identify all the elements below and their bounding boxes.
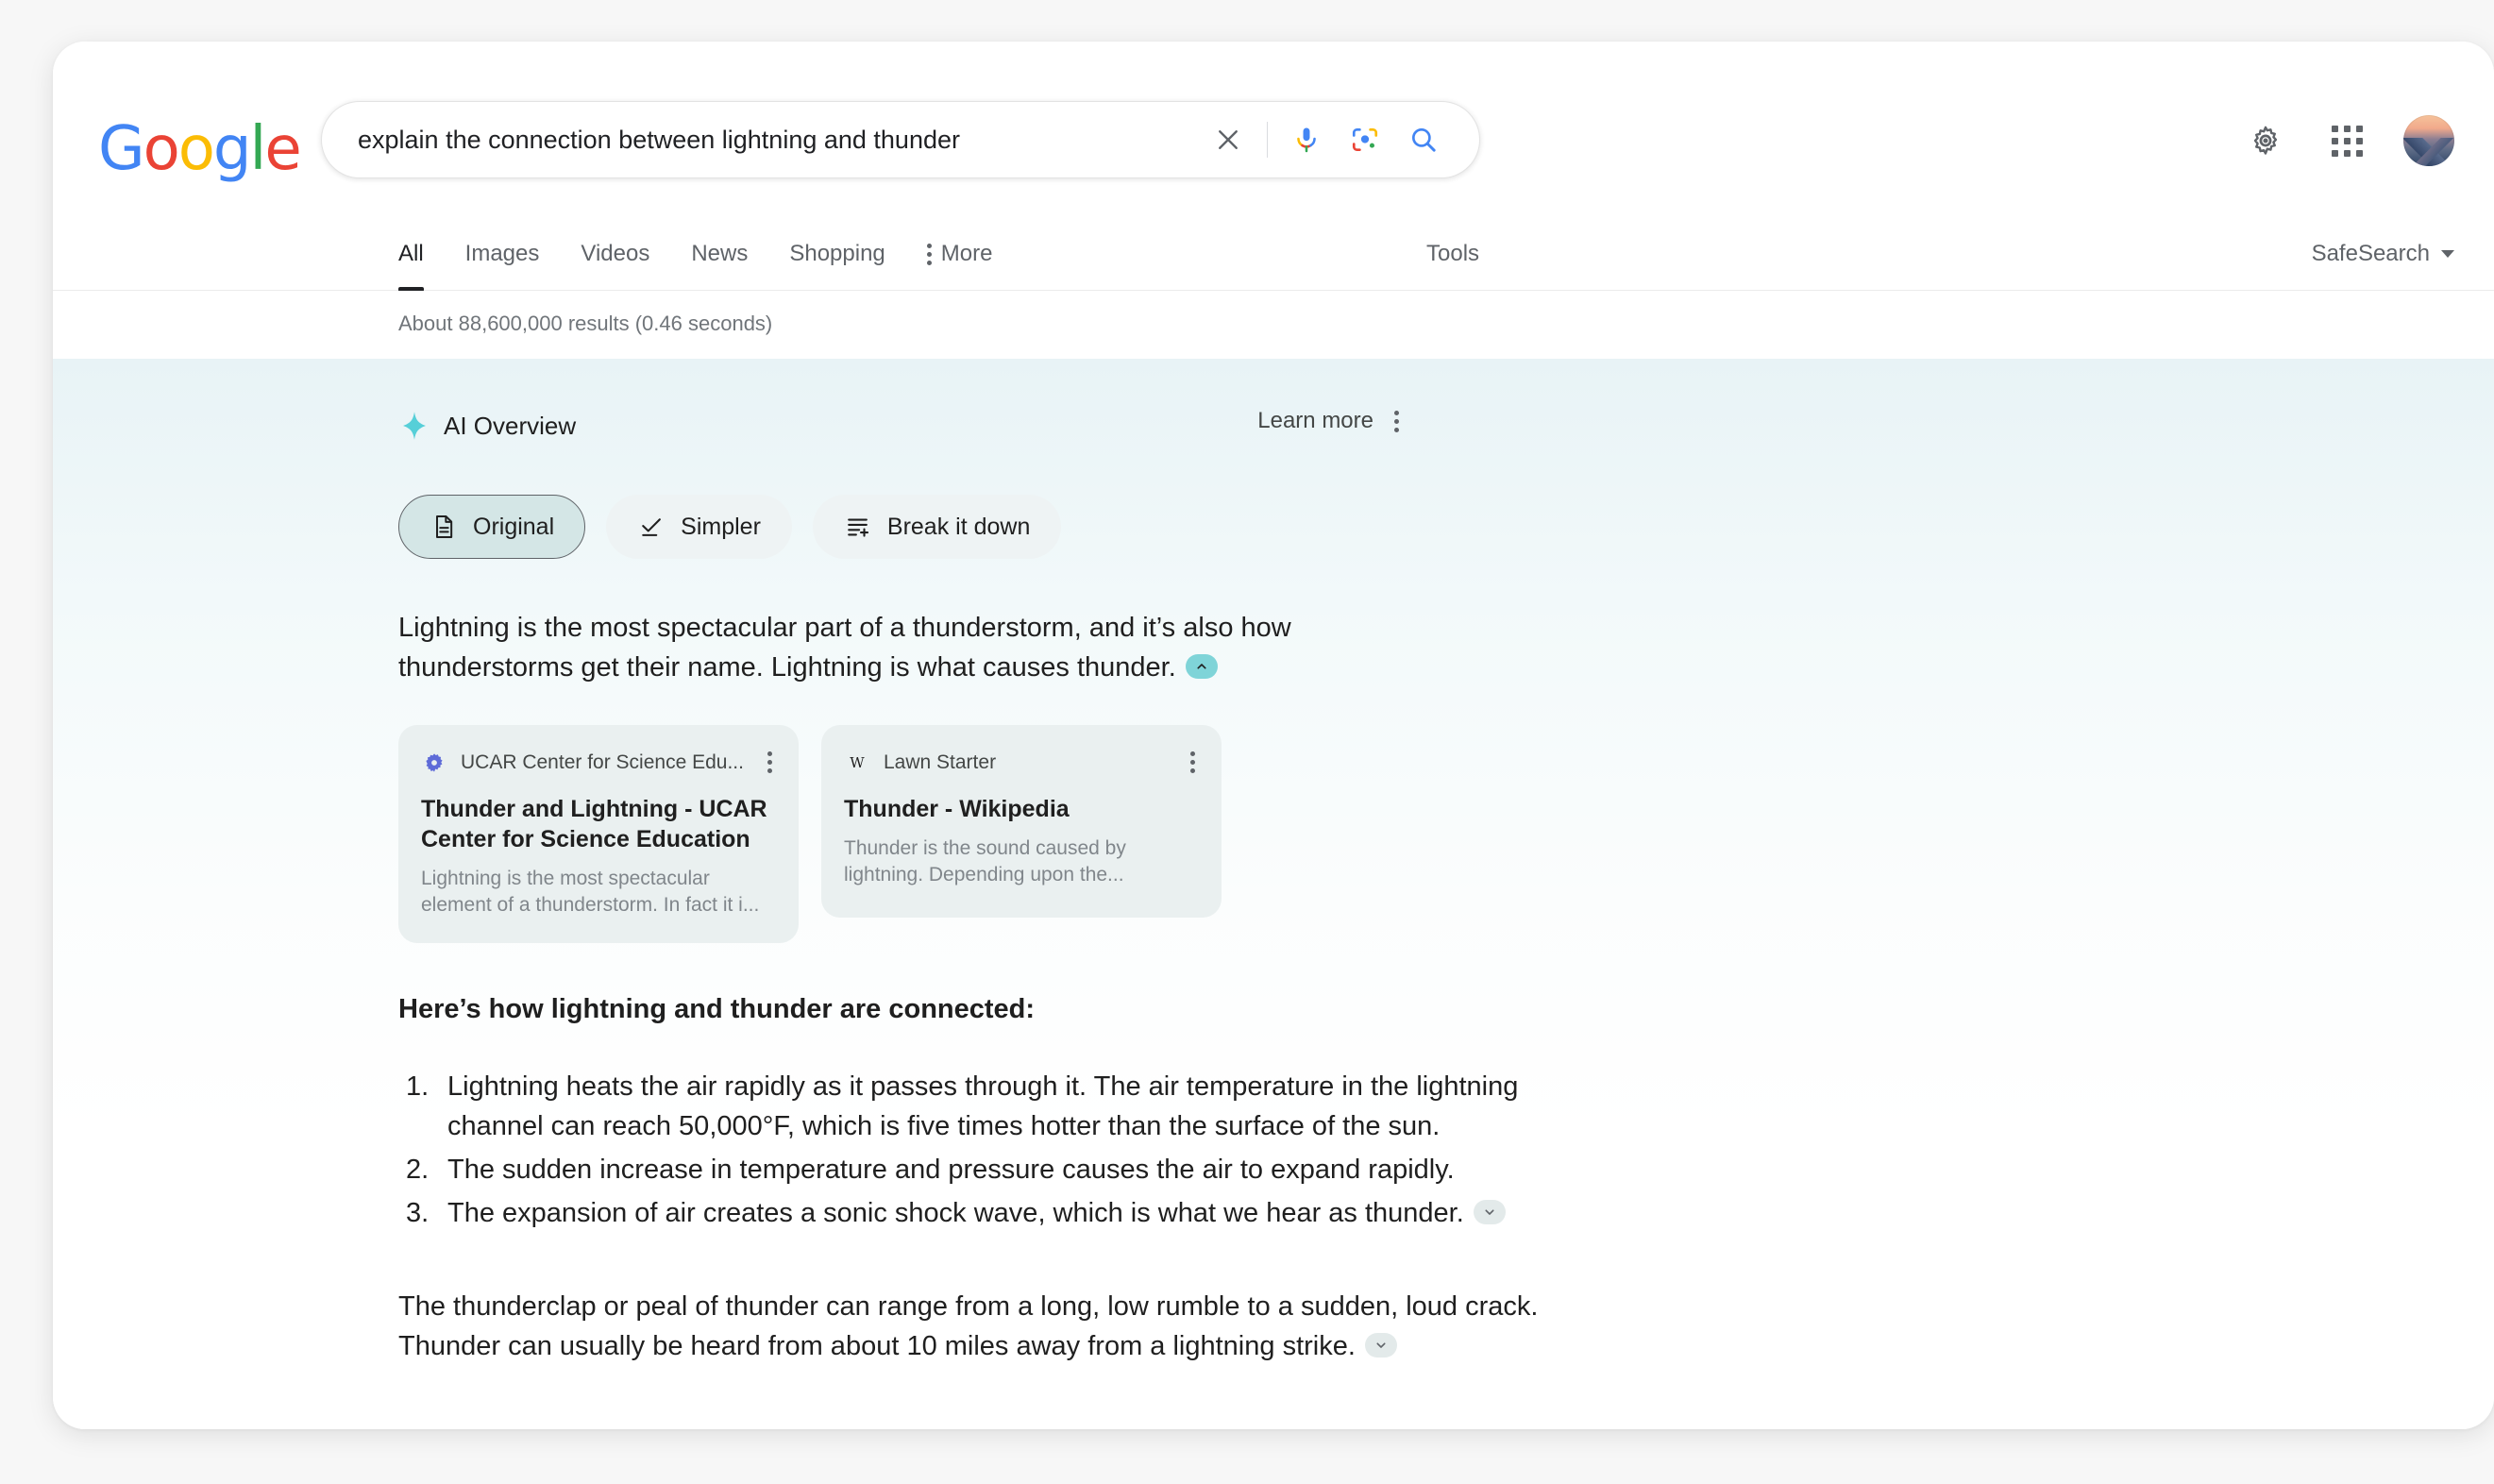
document-icon <box>430 513 458 541</box>
chip-simpler-label: Simpler <box>681 513 761 540</box>
ai-overview-sources: UCAR Center for Science Edu... Thunder a… <box>398 725 1909 944</box>
learn-more-link[interactable]: Learn more <box>1257 408 1373 434</box>
tab-all-label: All <box>398 241 424 266</box>
microphone-icon[interactable] <box>1277 110 1336 169</box>
apps-grid-dots <box>2331 125 2363 157</box>
chevron-down-icon[interactable] <box>1473 1200 1506 1225</box>
source-site-name: Lawn Starter <box>884 750 997 773</box>
search-header: Google explain the connection between li… <box>53 42 2494 217</box>
source-card-header: W Lawn Starter <box>844 746 1199 779</box>
list-item: 1. Lightning heats the air rapidly as it … <box>398 1067 1531 1146</box>
source-site-name: UCAR Center for Science Edu... <box>461 750 744 773</box>
chevron-down-icon[interactable] <box>1364 1332 1397 1358</box>
tab-more-label: More <box>940 241 993 266</box>
google-lens-icon[interactable] <box>1336 110 1394 169</box>
logo-letter-o1: o <box>143 114 180 184</box>
chip-original[interactable]: Original <box>398 495 586 559</box>
search-icon[interactable] <box>1394 110 1453 169</box>
source-card-wikipedia[interactable]: W Lawn Starter Thunder - Wikipedia Thund… <box>821 725 1222 919</box>
list-item-text: The expansion of air creates a sonic sho… <box>447 1198 1464 1229</box>
search-bar[interactable]: explain the connection between lightning… <box>321 101 1480 178</box>
simplify-check-icon <box>637 513 666 541</box>
list-item-number: 2. <box>406 1155 430 1186</box>
chip-break-it-down[interactable]: Break it down <box>812 495 1062 559</box>
ai-overview-list: 1. Lightning heats the air rapidly as it … <box>398 1067 1531 1233</box>
logo-letter-e: e <box>264 114 301 184</box>
tools-label: Tools <box>1426 241 1480 266</box>
chip-break-it-down-label: Break it down <box>886 513 1031 540</box>
source-snippet: Lightning is the most spectacular elemen… <box>421 868 760 917</box>
more-vertical-icon[interactable] <box>764 746 776 779</box>
source-title: Thunder - Wikipedia <box>844 796 1070 823</box>
tab-images-label: Images <box>464 241 540 266</box>
more-vertical-icon <box>926 243 932 265</box>
svg-text:W: W <box>850 754 865 771</box>
chip-original-label: Original <box>473 513 555 540</box>
browser-page-card: Google explain the connection between li… <box>53 42 2494 1429</box>
list-item-number: 1. <box>406 1071 430 1103</box>
tab-shopping-label: Shopping <box>789 241 885 266</box>
chevron-down-icon <box>2441 250 2454 258</box>
safesearch-label: SafeSearch <box>2311 241 2430 266</box>
apps-grid-icon[interactable] <box>2322 116 2371 165</box>
ai-overview-content: AI Overview Learn more Original Simpler … <box>398 404 1909 1366</box>
tab-news[interactable]: News <box>670 217 768 291</box>
ai-overview-paragraph-1: Lightning is the most spectacular part o… <box>398 608 1437 687</box>
ai-overview-chips: Original Simpler Break it down <box>398 495 1909 559</box>
list-plus-icon <box>844 513 872 541</box>
chip-simpler[interactable]: Simpler <box>606 495 792 559</box>
chevron-up-icon[interactable] <box>1185 654 1218 680</box>
tab-shopping[interactable]: Shopping <box>768 217 905 291</box>
ai-sparkle-icon <box>398 410 430 442</box>
tools-button[interactable]: Tools <box>1426 217 1479 291</box>
wikipedia-w-favicon: W <box>844 750 870 776</box>
gear-icon[interactable] <box>2241 116 2290 165</box>
header-actions <box>2241 115 2454 166</box>
ai-overview-paragraph-2: The thunderclap or peal of thunder can r… <box>398 1287 1550 1366</box>
tab-videos-label: Videos <box>581 241 650 266</box>
ai-paragraph-1-text: Lightning is the most spectacular part o… <box>398 613 1291 683</box>
result-stats-bar: About 88,600,000 results (0.46 seconds) <box>53 291 2494 359</box>
more-vertical-icon[interactable] <box>1187 746 1199 779</box>
list-item: 2. The sudden increase in temperature and… <box>398 1150 1531 1189</box>
tab-all[interactable]: All <box>398 217 445 292</box>
source-card-ucar[interactable]: UCAR Center for Science Edu... Thunder a… <box>398 725 799 944</box>
ucar-gear-favicon <box>421 750 447 776</box>
tab-news-label: News <box>691 241 749 266</box>
ai-overview-section: AI Overview Learn more Original Simpler … <box>53 359 2494 1429</box>
result-stats: About 88,600,000 results (0.46 seconds) <box>398 312 773 335</box>
nav-tabs: All Images Videos News Shopping More <box>398 217 1014 292</box>
list-item-text: Lightning heats the air rapidly as it pa… <box>447 1071 1519 1142</box>
tab-images[interactable]: Images <box>445 217 561 291</box>
safesearch-dropdown[interactable]: SafeSearch <box>2312 217 2454 291</box>
close-icon[interactable] <box>1199 110 1257 169</box>
logo-letter-o2: o <box>177 114 215 184</box>
list-item: 3. The expansion of air creates a sonic s… <box>398 1193 1531 1233</box>
source-title: Thunder and Lightning - UCAR Center for … <box>421 796 767 853</box>
source-card-header: UCAR Center for Science Edu... <box>421 746 776 779</box>
logo-letter-l: l <box>249 114 267 184</box>
ai-overview-heading: Here’s how lightning and thunder are con… <box>398 994 1036 1025</box>
logo-letter-g: g <box>212 114 252 184</box>
tab-more[interactable]: More <box>906 217 1014 291</box>
logo-letter-G: G <box>98 114 145 184</box>
ai-overview-title: AI Overview <box>444 411 577 440</box>
account-avatar[interactable] <box>2403 115 2454 166</box>
list-item-text: The sudden increase in temperature and p… <box>447 1155 1455 1186</box>
ai-overview-header-actions: Learn more <box>1257 408 1399 434</box>
search-nav: All Images Videos News Shopping More Too… <box>53 217 2494 292</box>
tab-videos[interactable]: Videos <box>560 217 670 291</box>
source-snippet: Thunder is the sound caused by lightning… <box>844 837 1126 886</box>
search-input[interactable]: explain the connection between lightning… <box>322 126 1199 155</box>
search-bar-actions <box>1199 110 1479 169</box>
search-divider <box>1267 122 1268 158</box>
list-item-number: 3. <box>406 1198 430 1229</box>
more-vertical-icon[interactable] <box>1394 410 1399 432</box>
ai-overview-header: AI Overview Learn more <box>398 404 1909 447</box>
google-logo[interactable]: Google <box>98 114 302 184</box>
